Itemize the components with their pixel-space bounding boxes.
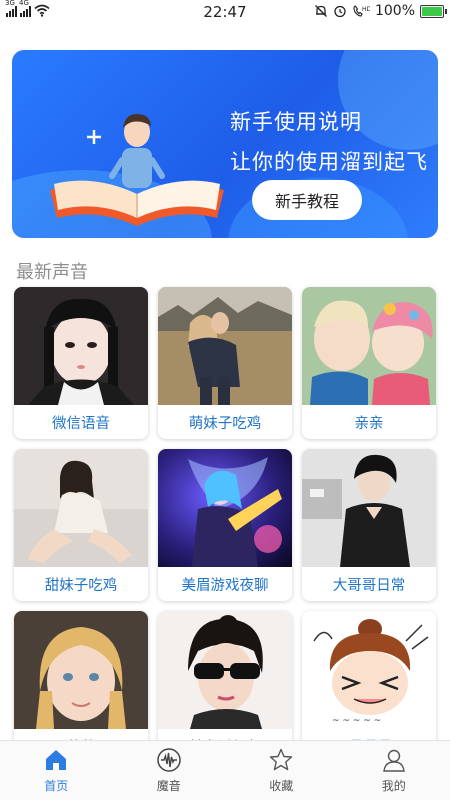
voice-card[interactable]: 美眉游戏夜聊: [158, 449, 292, 601]
tab-label: 收藏: [269, 779, 294, 793]
volte-icon: HD: [353, 5, 370, 17]
voice-card-label: 亲亲: [354, 415, 384, 432]
status-bar: 3G 4G 22:47 HD 100%: [0, 0, 450, 26]
voice-card[interactable]: 亲亲: [302, 287, 436, 439]
waveform-icon: [157, 748, 181, 772]
section-title-latest-sounds: 最新声音: [16, 262, 88, 283]
voice-card-label: 微信语音: [52, 415, 110, 432]
reading-person-illustration: [50, 114, 224, 226]
tab-favorites[interactable]: 收藏: [225, 741, 338, 800]
tab-label: 魔音: [156, 779, 181, 793]
alarm-icon: [334, 5, 346, 18]
tab-home[interactable]: 首页: [0, 741, 113, 800]
home-icon: [46, 750, 67, 770]
voice-card-image: [158, 449, 292, 567]
tutorial-banner[interactable]: 新手使用说明 让你的使用溜到起飞 新手教程: [12, 50, 438, 238]
voice-card-image: [158, 287, 292, 405]
svg-text:HD: HD: [362, 6, 370, 13]
voice-card-label: 美眉游戏夜聊: [181, 577, 269, 594]
star-icon: [270, 748, 293, 771]
tab-label: 首页: [44, 779, 69, 793]
status-right: HD 100%: [314, 3, 447, 19]
voice-card-image: [302, 449, 436, 567]
banner-title-line2: 让你的使用溜到起飞: [230, 150, 428, 174]
tutorial-button[interactable]: 新手教程: [252, 180, 362, 220]
voice-card[interactable]: 大哥哥日常: [302, 449, 436, 601]
voice-card[interactable]: 甜妹子吃鸡: [14, 449, 148, 601]
banner-title-line1: 新手使用说明: [230, 110, 362, 134]
person-icon: [382, 749, 405, 772]
voice-card[interactable]: 萌妹子吃鸡: [158, 287, 292, 439]
voice-card-label: 甜妹子吃鸡: [44, 577, 118, 594]
tab-mine[interactable]: 我的: [338, 741, 450, 800]
voice-card-image: [302, 287, 436, 405]
tab-label: 我的: [381, 779, 406, 793]
bottom-tab-bar: 首页 魔音 收藏 我的: [0, 740, 450, 800]
voice-card-image: [14, 611, 148, 729]
battery-icon: [420, 4, 447, 18]
voice-card-image: ~ ~ ~ ~ ~: [302, 611, 436, 729]
voice-card-image: [14, 287, 148, 405]
voice-card-label: 大哥哥日常: [332, 577, 406, 594]
voice-card-grid: 微信语音 萌妹子吃鸡 亲亲 甜妹子吃鸡 美眉游戏夜聊 大哥哥日常 ~ ~ ~ ~…: [14, 287, 436, 763]
voice-card-label: 萌妹子吃鸡: [188, 415, 262, 432]
voice-card-image: [158, 611, 292, 729]
svg-text:~ ~ ~ ~ ~: ~ ~ ~ ~ ~: [332, 716, 381, 726]
voice-card-image: [14, 449, 148, 567]
tab-magic-voice[interactable]: 魔音: [113, 741, 226, 800]
mute-bell-icon: [315, 5, 327, 17]
battery-percent: 100%: [374, 3, 415, 19]
voice-card[interactable]: 微信语音: [14, 287, 148, 439]
